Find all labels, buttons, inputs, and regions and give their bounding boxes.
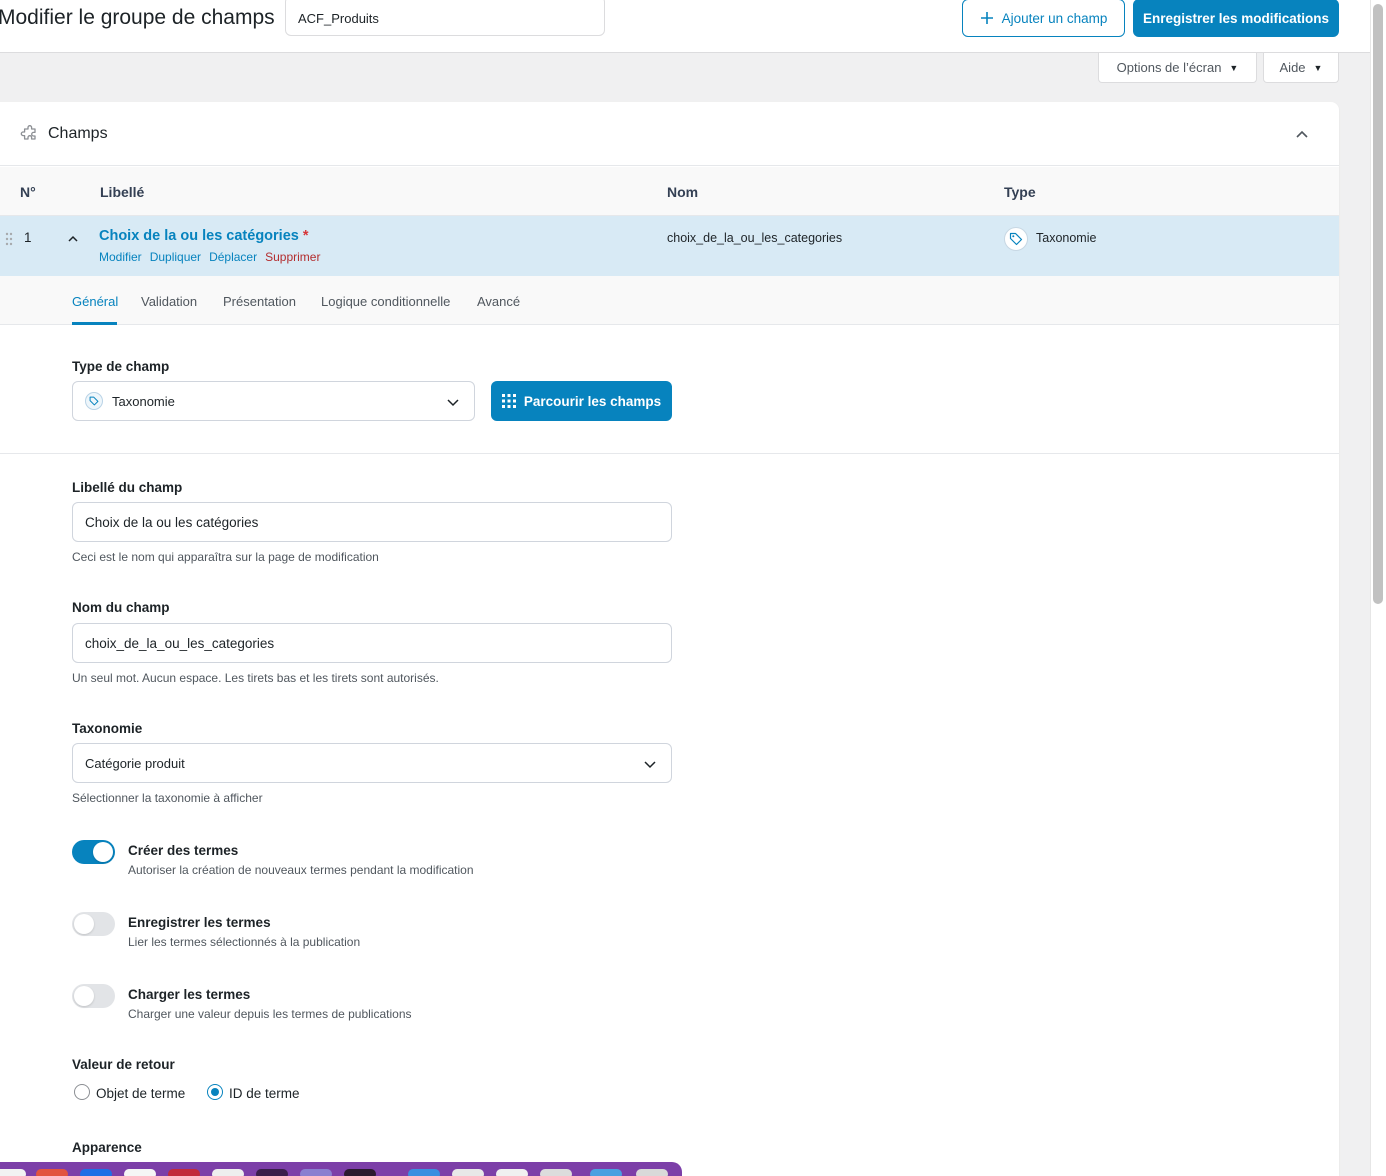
active-tab-indicator (72, 322, 117, 325)
load-terms-toggle[interactable] (72, 984, 115, 1008)
appearance-label: Apparence (72, 1140, 142, 1155)
puzzle-icon (20, 125, 36, 140)
chevron-down-icon (447, 399, 459, 407)
drag-handle-icon[interactable] (5, 232, 13, 246)
save-changes-button[interactable]: Enregistrer les modifications (1133, 0, 1339, 37)
fields-panel: Champs N° Libellé Nom Type 1 Choix de la… (0, 102, 1339, 1176)
field-label-input[interactable] (72, 502, 672, 542)
section-divider (0, 453, 1339, 454)
duplicate-link[interactable]: Dupliquer (150, 250, 201, 264)
delete-link[interactable]: Supprimer (265, 250, 320, 264)
save-terms-toggle[interactable] (72, 912, 115, 936)
chevron-up-icon[interactable] (66, 232, 80, 246)
field-type-value: Taxonomie (1036, 231, 1097, 245)
taxonomy-selected: Catégorie produit (85, 755, 185, 771)
scrollbar-thumb[interactable] (1373, 4, 1383, 604)
field-number: 1 (24, 230, 32, 245)
field-type-label: Type de champ (72, 359, 170, 374)
load-terms-desc: Charger une valeur depuis les termes de … (128, 1007, 412, 1021)
caret-down-icon: ▼ (1229, 62, 1239, 73)
group-title-input[interactable] (285, 0, 605, 36)
field-name-help: Un seul mot. Aucun espace. Les tirets ba… (72, 671, 439, 685)
plus-icon (980, 12, 993, 24)
add-field-button[interactable]: Ajouter un champ (962, 0, 1125, 37)
save-terms-desc: Lier les termes sélectionnés à la public… (128, 935, 361, 949)
chevron-down-icon (644, 761, 656, 769)
load-terms-title: Charger les termes (128, 987, 251, 1002)
tab-validation[interactable]: Validation (141, 294, 197, 309)
column-name: Nom (667, 184, 699, 200)
taxonomy-label: Taxonomie (72, 721, 143, 736)
tag-icon (85, 392, 103, 410)
help-label: Aide (1279, 60, 1306, 75)
tab-advanced[interactable]: Avancé (477, 294, 520, 309)
browse-fields-label: Parcourir les champs (523, 393, 662, 409)
screen-options-label: Options de l’écran (1116, 60, 1222, 75)
column-number: N° (20, 184, 36, 200)
tab-presentation[interactable]: Présentation (223, 294, 296, 309)
add-field-label: Ajouter un champ (1001, 10, 1108, 26)
taxonomy-select[interactable]: Catégorie produit (72, 743, 672, 783)
settings-tabs: Général Validation Présentation Logique … (0, 276, 1339, 325)
move-link[interactable]: Déplacer (209, 250, 257, 264)
radio-term-object[interactable] (74, 1084, 90, 1100)
create-terms-desc: Autoriser la création de nouveaux termes… (128, 863, 474, 877)
page-header: Modifier le groupe de champs Ajouter un … (0, 0, 1370, 53)
tab-general[interactable]: Général (72, 294, 118, 309)
field-label-link[interactable]: Choix de la ou les catégories * (99, 228, 309, 244)
chevron-up-icon[interactable] (1292, 124, 1312, 144)
field-label-text: Choix de la ou les catégories (99, 228, 299, 244)
required-mark: * (302, 228, 309, 244)
panel-title: Champs (48, 125, 108, 142)
column-type: Type (1004, 184, 1036, 200)
field-name-label: Nom du champ (72, 600, 170, 615)
field-row[interactable]: 1 Choix de la ou les catégories * Modifie… (0, 216, 1339, 276)
os-dock (0, 1162, 682, 1176)
create-terms-title: Créer des termes (128, 843, 239, 858)
caret-down-icon: ▼ (1313, 62, 1323, 73)
field-type-selected: Taxonomie (112, 393, 175, 409)
taxonomy-help: Sélectionner la taxonomie à afficher (72, 791, 263, 805)
field-label-label: Libellé du champ (72, 480, 183, 495)
help-button[interactable]: Aide ▼ (1263, 53, 1339, 83)
field-label-help: Ceci est le nom qui apparaîtra sur la pa… (72, 550, 379, 564)
radio-term-id-label: ID de terme (229, 1086, 300, 1101)
field-type-select[interactable]: Taxonomie (72, 381, 475, 421)
page-title: Modifier le groupe de champs (0, 6, 275, 29)
row-actions: Modifier Dupliquer Déplacer Supprimer (99, 250, 320, 264)
table-header: N° Libellé Nom Type (0, 167, 1339, 216)
screen-options-button[interactable]: Options de l’écran ▼ (1098, 53, 1257, 83)
radio-term-id[interactable] (207, 1084, 223, 1100)
radio-term-object-label: Objet de terme (96, 1086, 186, 1101)
return-value-label: Valeur de retour (72, 1057, 175, 1072)
create-terms-toggle[interactable] (72, 840, 115, 864)
grid-icon (501, 394, 516, 408)
panel-header: Champs (0, 102, 1339, 166)
save-terms-title: Enregistrer les termes (128, 915, 271, 930)
field-name-value: choix_de_la_ou_les_categories (667, 231, 843, 245)
edit-link[interactable]: Modifier (99, 250, 142, 264)
tab-conditional-logic[interactable]: Logique conditionnelle (321, 294, 450, 309)
field-name-input[interactable] (72, 623, 672, 663)
browse-fields-button[interactable]: Parcourir les champs (491, 381, 672, 421)
column-label: Libellé (100, 184, 145, 200)
tag-icon (1004, 227, 1028, 251)
